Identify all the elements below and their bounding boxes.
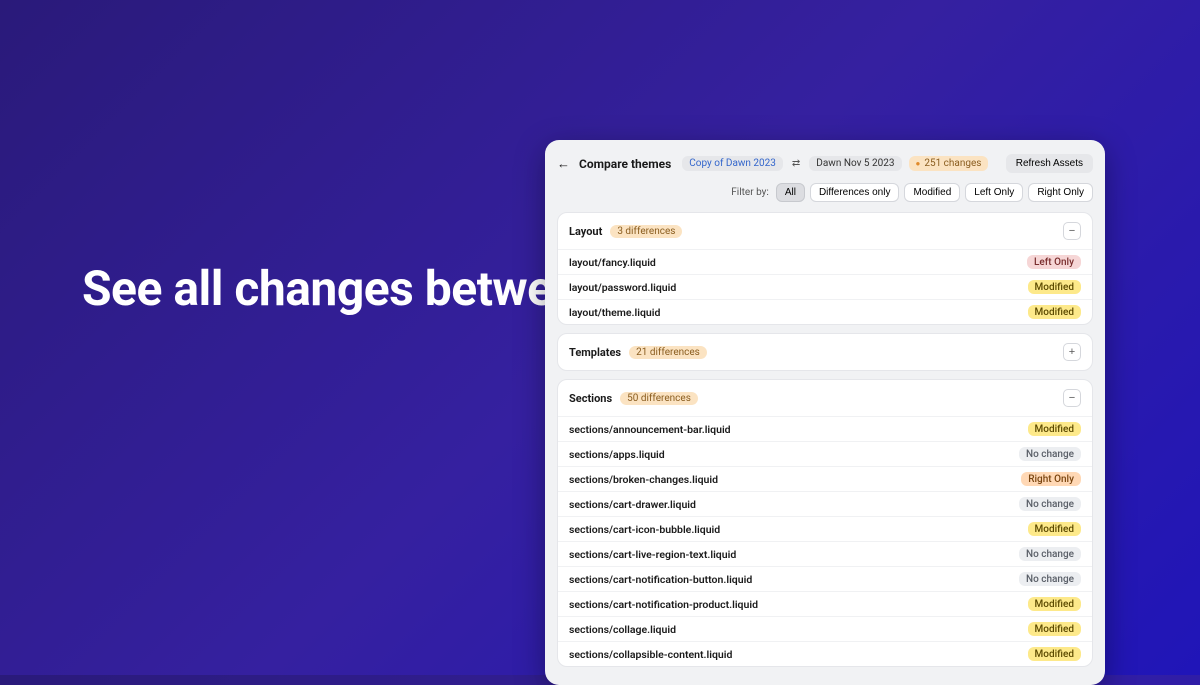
file-row[interactable]: sections/collage.liquid Modified <box>558 616 1092 641</box>
group-card-layout: Layout 3 differences − layout/fancy.liquid L… <box>557 212 1093 325</box>
filter-left-only[interactable]: Left Only <box>965 183 1023 202</box>
group-header[interactable]: Layout 3 differences − <box>558 213 1092 249</box>
file-row[interactable]: sections/cart-icon-bubble.liquid Modified <box>558 516 1092 541</box>
status-badge: Modified <box>1028 305 1081 319</box>
filter-all[interactable]: All <box>776 183 805 202</box>
group-diff-badge: 3 differences <box>610 225 682 238</box>
file-row[interactable]: sections/cart-notification-button.liquid… <box>558 566 1092 591</box>
collapse-icon[interactable]: − <box>1063 389 1081 407</box>
group-card-sections: Sections 50 differences − sections/announce… <box>557 379 1093 667</box>
swap-icon[interactable]: ⇄ <box>790 158 802 169</box>
file-row[interactable]: layout/fancy.liquid Left Only <box>558 249 1092 274</box>
file-name: sections/cart-drawer.liquid <box>569 498 696 511</box>
file-name: layout/password.liquid <box>569 281 676 294</box>
file-row[interactable]: sections/collapsible-content.liquid Modif… <box>558 641 1092 666</box>
group-card-templates: Templates 21 differences + <box>557 333 1093 371</box>
filter-differences-only[interactable]: Differences only <box>810 183 900 202</box>
file-name: layout/theme.liquid <box>569 306 660 319</box>
status-badge: Modified <box>1028 422 1081 436</box>
group-header[interactable]: Templates 21 differences + <box>558 334 1092 370</box>
status-badge: No change <box>1019 547 1081 561</box>
file-name: sections/cart-notification-product.liqui… <box>569 598 758 611</box>
filter-right-only[interactable]: Right Only <box>1028 183 1093 202</box>
page-title: Compare themes <box>579 157 671 171</box>
file-row[interactable]: sections/cart-notification-product.liqui… <box>558 591 1092 616</box>
status-badge: Modified <box>1028 597 1081 611</box>
filter-row: Filter by: All Differences onlyModified Le… <box>557 183 1093 202</box>
group-title: Templates <box>569 346 621 359</box>
file-row[interactable]: sections/apps.liquid No change <box>558 441 1092 466</box>
theme-b-pill[interactable]: Dawn Nov 5 2023 <box>809 156 901 171</box>
status-badge: Modified <box>1028 280 1081 294</box>
filter-modified[interactable]: Modified <box>904 183 960 202</box>
file-row[interactable]: sections/cart-live-region-text.liquid No … <box>558 541 1092 566</box>
status-badge: Modified <box>1028 622 1081 636</box>
file-row[interactable]: layout/theme.liquid Modified <box>558 299 1092 324</box>
status-badge: Right Only <box>1021 472 1081 486</box>
file-name: sections/broken-changes.liquid <box>569 473 718 486</box>
file-name: sections/cart-live-region-text.liquid <box>569 548 736 561</box>
file-name: layout/fancy.liquid <box>569 256 656 269</box>
file-row[interactable]: sections/cart-drawer.liquid No change <box>558 491 1092 516</box>
total-changes-badge: 251 changes <box>909 156 989 171</box>
collapse-icon[interactable]: − <box>1063 222 1081 240</box>
status-badge: Modified <box>1028 647 1081 661</box>
file-row[interactable]: sections/announcement-bar.liquid Modified <box>558 416 1092 441</box>
back-arrow-icon[interactable]: ← <box>557 156 570 172</box>
file-name: sections/announcement-bar.liquid <box>569 423 731 436</box>
status-badge: No change <box>1019 572 1081 586</box>
group-title: Layout <box>569 225 602 238</box>
status-badge: Modified <box>1028 522 1081 536</box>
group-title: Sections <box>569 392 612 405</box>
filter-buttons-container: All Differences onlyModified Left Only Righ… <box>776 183 1093 202</box>
theme-a-pill[interactable]: Copy of Dawn 2023 <box>682 156 783 171</box>
file-row[interactable]: layout/password.liquid Modified <box>558 274 1092 299</box>
status-badge: No change <box>1019 497 1081 511</box>
groups-container: Layout 3 differences − layout/fancy.liquid L… <box>557 212 1093 667</box>
refresh-assets-button[interactable]: Refresh Assets <box>1006 154 1093 173</box>
file-row[interactable]: sections/broken-changes.liquid Right Only <box>558 466 1092 491</box>
group-diff-badge: 21 differences <box>629 346 707 359</box>
file-name: sections/apps.liquid <box>569 448 665 461</box>
status-badge: Left Only <box>1027 255 1081 269</box>
file-name: sections/collage.liquid <box>569 623 676 636</box>
file-name: sections/collapsible-content.liquid <box>569 648 732 661</box>
panel-header: ← Compare themes Copy of Dawn 2023 ⇄ Daw… <box>557 154 1093 173</box>
group-header[interactable]: Sections 50 differences − <box>558 380 1092 416</box>
group-diff-badge: 50 differences <box>620 392 698 405</box>
filter-label: Filter by: <box>731 187 769 198</box>
file-name: sections/cart-notification-button.liquid <box>569 573 752 586</box>
status-badge: No change <box>1019 447 1081 461</box>
compare-themes-panel: ← Compare themes Copy of Dawn 2023 ⇄ Daw… <box>545 140 1105 685</box>
expand-icon[interactable]: + <box>1063 343 1081 361</box>
file-name: sections/cart-icon-bubble.liquid <box>569 523 720 536</box>
